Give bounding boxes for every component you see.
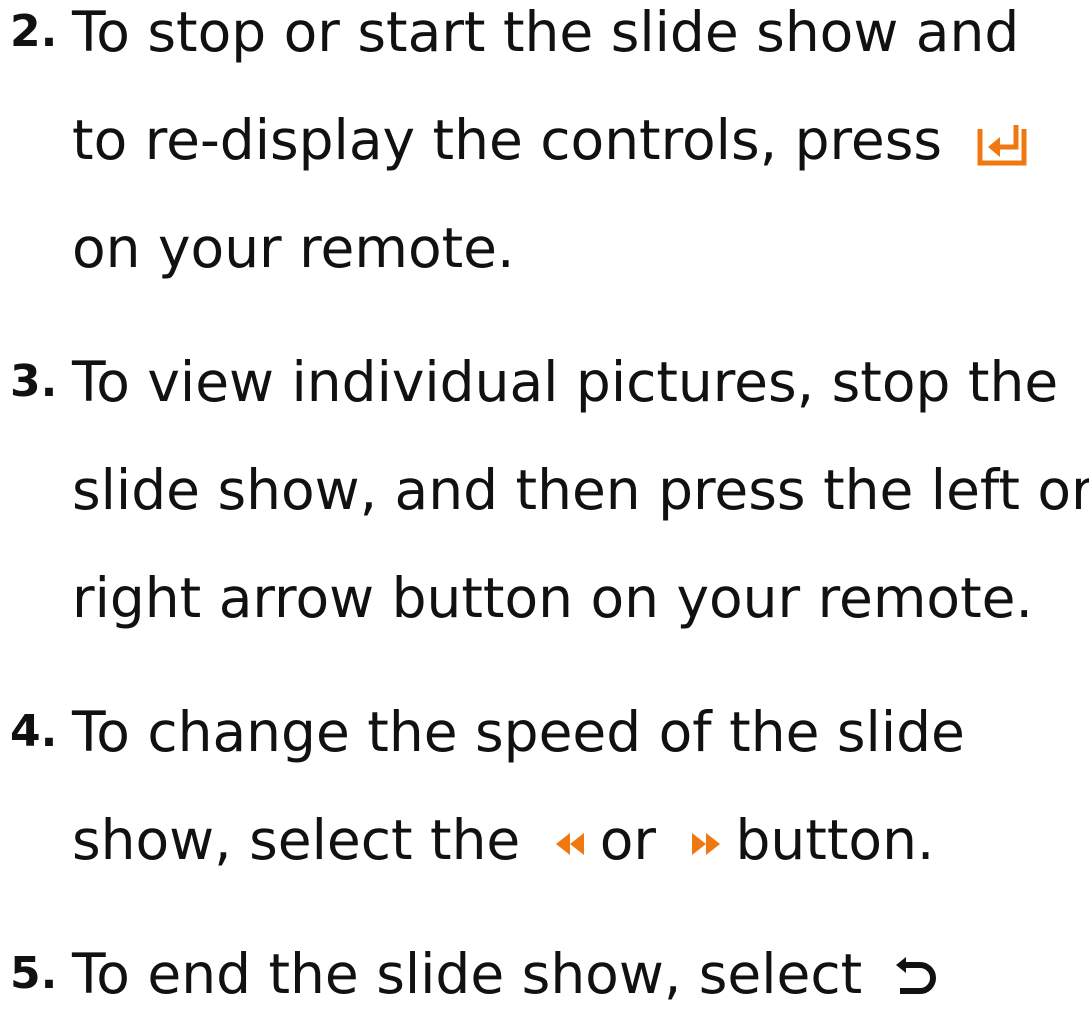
step-text-line: slide show, and then press the left or — [72, 458, 1089, 522]
step-text-line-with-icon: To end the slide show, select — [72, 920, 1089, 1028]
return-icon — [892, 955, 936, 1001]
step-text: to re-display the controls, press — [72, 108, 943, 172]
step-text: To end the slide show, select — [72, 942, 863, 1006]
step-text-line-with-icon: to re-display the controls, press — [72, 86, 1089, 194]
step-4: 4. To change the speed of the slide show… — [0, 678, 1089, 894]
instruction-steps: 2. To stop or start the slide show and t… — [0, 0, 1089, 1006]
step-text-line: To stop or start the slide show and — [72, 0, 1020, 64]
step-number: 4. — [10, 706, 58, 757]
step-text-line: right arrow button on your remote. — [72, 566, 1033, 630]
rewind-icon — [552, 829, 588, 859]
step-text: show, select the — [72, 808, 521, 872]
step-text-line: To view individual pictures, stop the — [72, 350, 1059, 414]
fast-forward-icon — [688, 829, 724, 859]
step-5: 5. To end the slide show, select — [0, 920, 1089, 1028]
step-text-line: on your remote. — [72, 216, 515, 280]
step-3: 3. To view individual pictures, stop the… — [0, 328, 1089, 652]
step-text-line-with-icons: show, select the or button. — [72, 786, 1089, 894]
enter-icon — [974, 119, 1032, 169]
step-text-line: To change the speed of the slide — [72, 700, 965, 764]
step-number: 5. — [10, 948, 58, 999]
step-text: or — [599, 808, 657, 872]
step-number: 3. — [10, 356, 58, 407]
step-number: 2. — [10, 6, 58, 57]
step-text: button. — [735, 808, 935, 872]
step-2: 2. To stop or start the slide show and t… — [0, 0, 1089, 302]
